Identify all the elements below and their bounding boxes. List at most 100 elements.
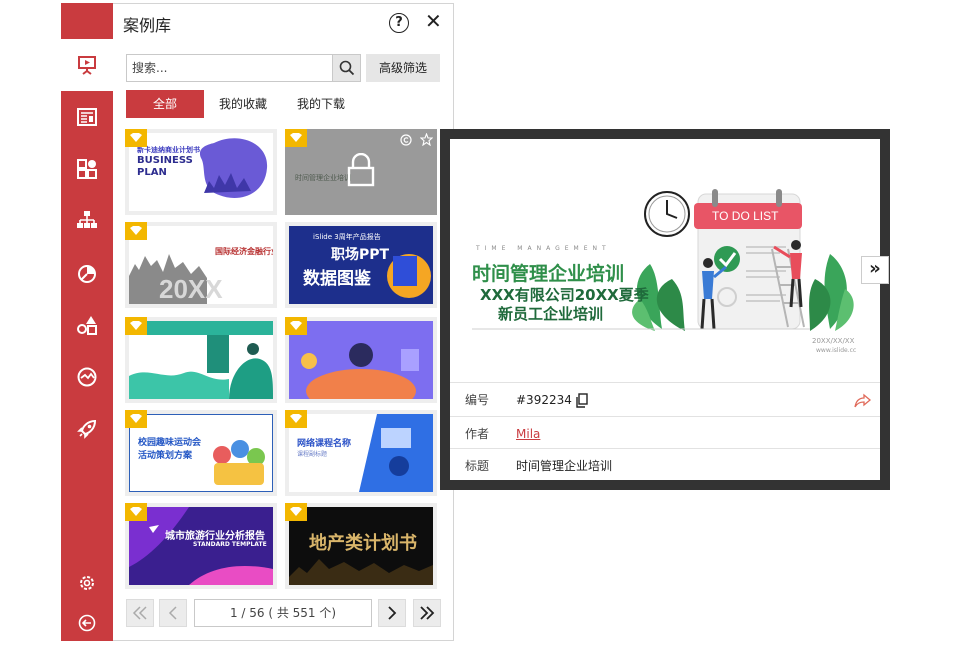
template-thumbnail-locked[interactable]: 时间管理企业培训 [285, 129, 437, 215]
left-rail [61, 3, 113, 641]
last-page-button[interactable] [413, 599, 441, 627]
image-icon [77, 367, 97, 387]
tab-favorites[interactable]: 我的收藏 [204, 90, 282, 118]
svg-text:20XX: 20XX [159, 274, 223, 304]
rocket-icon [77, 419, 97, 439]
layout-icon [77, 108, 97, 126]
copyright-icon [400, 134, 412, 146]
slide-subtitle-line2: XXX有限公司20XX夏季 [480, 286, 649, 304]
template-preview-popup: TIME MANAGEMENT 时间管理企业培训 XXX有限公司20XX夏季 新… [440, 129, 890, 490]
close-button[interactable]: ✕ [425, 10, 442, 32]
title-value: 时间管理企业培训 [516, 459, 613, 473]
search-button[interactable] [332, 55, 360, 81]
thumbnail-title: 地产类计划书 [309, 533, 417, 554]
share-icon[interactable] [854, 393, 872, 409]
back-icon [78, 614, 96, 632]
thumbnail-title: 活动策划方案 [138, 451, 193, 461]
id-label: 编号 [465, 393, 490, 407]
thumbnail-title: BUSINESS [137, 155, 193, 166]
vip-badge-icon [285, 317, 307, 335]
template-thumbnail[interactable]: iSlide 3周年产品报告 职场PPT 数据图鉴 [285, 222, 437, 308]
preview-slide[interactable]: TIME MANAGEMENT 时间管理企业培训 XXX有限公司20XX夏季 新… [450, 139, 880, 382]
copy-icon[interactable] [575, 393, 589, 409]
template-thumbnail[interactable]: 网络课程名称 课程副标题 [285, 410, 437, 496]
thumbnail-title: 城市旅游行业分析报告 [165, 531, 265, 542]
case-library-panel: 案例库 ? ✕ 高级筛选 全部 我的收藏 我的下载 新卡迪纳商业计划书 B [113, 3, 454, 641]
slide-title: 时间管理企业培训 [472, 263, 625, 285]
double-chevron-right-icon [420, 606, 435, 620]
chevron-left-icon [168, 606, 177, 620]
thumbnail-title: 课程副标题 [297, 451, 328, 458]
author-link[interactable]: Mila [516, 417, 540, 451]
preview-card: TIME MANAGEMENT 时间管理企业培训 XXX有限公司20XX夏季 新… [450, 139, 889, 480]
lock-icon [347, 153, 375, 187]
shapes-icon [77, 159, 97, 179]
diagram-icon [77, 211, 97, 228]
next-preview-button[interactable]: » [861, 256, 889, 284]
search-icon [339, 60, 354, 76]
thumbnail-title: 国际经济金融行业 [215, 247, 273, 256]
thumbnail-title: STANDARD TEMPLATE [193, 541, 267, 548]
vip-badge-icon [125, 503, 147, 521]
rail-image-button[interactable] [61, 351, 113, 403]
previous-page-button[interactable] [159, 599, 187, 627]
template-thumbnail[interactable]: 20XX 国际经济金融行业 [125, 222, 277, 308]
page-indicator[interactable]: 1 / 56 ( 共 551 个) [194, 599, 372, 627]
slide-todo-label: TO DO LIST [712, 209, 779, 223]
vip-badge-icon [285, 129, 307, 147]
thumbnail-title: 时间管理企业培训 [295, 174, 351, 182]
rail-settings-button[interactable] [61, 561, 113, 605]
template-thumbnail[interactable]: 地产类计划书 [285, 503, 437, 589]
info-row-id: 编号 #392234 [450, 382, 880, 416]
slide-footer-site: www.islide.cc [816, 347, 857, 354]
rail-layout-button[interactable] [61, 91, 113, 143]
vip-badge-icon [125, 317, 147, 335]
rail-presentation-button[interactable] [61, 39, 113, 91]
title-label: 标题 [465, 459, 490, 473]
thumbnail-title: 网络课程名称 [297, 439, 352, 449]
vip-badge-icon [125, 222, 147, 240]
template-thumbnail[interactable]: 新卡迪纳商业计划书 BUSINESS PLAN [125, 129, 277, 215]
slide-small-caps: TIME MANAGEMENT [476, 245, 611, 252]
first-page-button[interactable] [126, 599, 154, 627]
vip-badge-icon [285, 410, 307, 428]
thumbnail-title: 数据图鉴 [303, 269, 371, 289]
double-chevron-left-icon [132, 606, 147, 620]
thumbnail-title: 职场PPT [331, 247, 390, 263]
vip-badge-icon [125, 129, 147, 147]
thumbnail-title: PLAN [137, 167, 167, 178]
tab-bar: 全部 我的收藏 我的下载 [126, 90, 360, 118]
panel-title: 案例库 [123, 16, 172, 35]
advanced-filter-button[interactable]: 高级筛选 [366, 54, 440, 82]
tab-downloads[interactable]: 我的下载 [282, 90, 360, 118]
author-label: 作者 [465, 427, 490, 441]
settings-icon [80, 576, 94, 590]
favorite-star-icon[interactable] [420, 133, 433, 146]
thumbnail-title: iSlide 3周年产品报告 [313, 233, 381, 241]
tab-all[interactable]: 全部 [126, 90, 204, 118]
rail-chart-button[interactable] [61, 247, 113, 299]
template-thumbnail[interactable]: 校园趣味运动会 活动策划方案 [125, 410, 277, 496]
template-thumbnail[interactable]: 城市旅游行业分析报告 STANDARD TEMPLATE [125, 503, 277, 589]
thumbnail-title: 校园趣味运动会 [138, 438, 202, 448]
search-box [126, 54, 361, 82]
template-thumbnail[interactable] [125, 317, 277, 403]
rail-shapes-button[interactable] [61, 143, 113, 195]
slide-subtitle-line3: 新员工企业培训 [498, 305, 604, 323]
pagination: 1 / 56 ( 共 551 个) [126, 599, 441, 627]
template-thumbnail[interactable] [285, 317, 437, 403]
search-input[interactable] [127, 55, 332, 81]
rail-back-button[interactable] [61, 601, 113, 645]
rail-icons-button[interactable] [61, 299, 113, 351]
slide-footer-date: 20XX/XX/XX [812, 337, 855, 345]
rail-diagram-button[interactable] [61, 195, 113, 247]
info-row-title: 标题 时间管理企业培训 [450, 448, 880, 480]
presentation-icon [78, 56, 96, 75]
chart-icon [78, 265, 96, 283]
vip-badge-icon [285, 503, 307, 521]
id-value: #392234 [516, 393, 572, 407]
help-button[interactable]: ? [389, 13, 409, 33]
next-page-button[interactable] [378, 599, 406, 627]
rail-rocket-button[interactable] [61, 403, 113, 455]
vip-badge-icon [125, 410, 147, 428]
